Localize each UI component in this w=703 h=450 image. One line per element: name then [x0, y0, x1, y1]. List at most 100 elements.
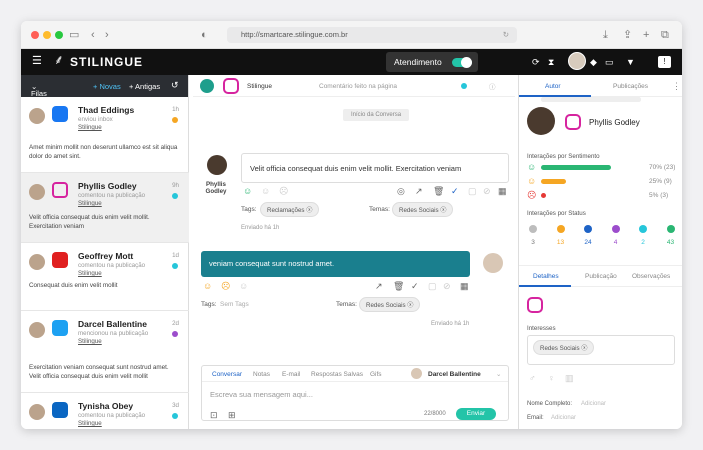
conversation-item[interactable]: Geoffrey Mott comentou na publicação Sti… [21, 243, 189, 311]
tag-chip-label: Reclamações [267, 207, 305, 214]
monitor-icon[interactable]: ▭ [605, 56, 614, 68]
atendimento-toggle[interactable]: Atendimento [386, 52, 478, 72]
comment-icon[interactable]: ▢ [468, 186, 477, 196]
delete-icon[interactable]: 🗑 [393, 281, 404, 291]
history-icon[interactable]: ↺ [171, 80, 179, 91]
conversation-item[interactable]: Phyllis Godley comentou na publicação St… [21, 173, 189, 243]
tab-detalhes[interactable]: Detalhes [533, 273, 559, 280]
nome-input[interactable]: Adicionar [581, 401, 606, 407]
check-icon[interactable]: ✓ [411, 281, 419, 291]
sidebar-toggle-icon[interactable]: ▭ [69, 28, 79, 42]
female-icon[interactable]: ♀ [548, 373, 555, 383]
contact-name: Thad Eddings [78, 105, 135, 115]
sentiment-bar-fill [541, 193, 546, 198]
author-avatar [527, 107, 555, 135]
refresh-icon[interactable]: ⟳ [532, 56, 540, 68]
sent-time: Enviado há 1h [241, 225, 280, 231]
share-icon[interactable]: ⇪ [623, 28, 632, 42]
status-dot[interactable] [461, 83, 467, 89]
minimize-window-button[interactable] [43, 31, 51, 39]
open-external-icon[interactable]: ↗ [375, 281, 383, 291]
conversation-item[interactable]: Thad Eddings enviou inbox Stilingue 1h A… [21, 97, 189, 173]
info-icon[interactable]: ⓘ [489, 81, 496, 91]
status-dot [584, 225, 592, 233]
filas-dropdown[interactable]: Filas ⌄ [31, 82, 47, 98]
close-window-button[interactable] [31, 31, 39, 39]
emoji-icon[interactable]: ☺ [203, 281, 212, 291]
conversation-item[interactable]: Tynisha Obey comentou na publicação Stil… [21, 393, 189, 429]
email-input[interactable]: Adicionar [551, 415, 576, 421]
composer: Conversar Notas E-mail Respostas Salvas … [201, 365, 509, 421]
agent-selector[interactable]: Darcel Ballentine [428, 371, 481, 378]
time-ago: 1d [172, 252, 179, 259]
sentiment-value: 25% (9) [649, 178, 672, 185]
message-preview: Exercitation veniam consequat sunt nostr… [29, 364, 169, 380]
forward-icon[interactable]: › [105, 28, 109, 42]
positive-sentiment-icon[interactable]: ☺ [243, 186, 252, 196]
block-icon[interactable]: ⊘ [483, 186, 491, 196]
filter-icon[interactable]: ▼ [626, 56, 635, 68]
neutral-sentiment-icon[interactable]: ☺ [261, 186, 270, 196]
reload-icon[interactable]: ↻ [503, 27, 509, 43]
download-icon[interactable]: ⤓ [603, 28, 608, 42]
sentiment-bar-track [541, 97, 641, 102]
send-button[interactable]: Enviar [456, 408, 496, 420]
male-icon[interactable]: ♂ [529, 373, 536, 383]
source-link[interactable]: Stilingue [78, 124, 102, 131]
source-link[interactable]: Stilingue [78, 270, 102, 277]
maximize-window-button[interactable] [55, 31, 63, 39]
delete-icon[interactable]: 🗑 [433, 186, 444, 196]
tab-publicacoes[interactable]: Publicações [613, 83, 648, 90]
tag-chip[interactable]: Reclamações ⓧ [260, 202, 320, 217]
back-icon[interactable]: ‹ [91, 28, 95, 42]
tab-gifs[interactable]: Gifs [370, 371, 382, 378]
chevron-down-icon[interactable]: ⌄ [496, 370, 501, 378]
user-avatar[interactable] [568, 52, 586, 70]
status-dot [639, 225, 647, 233]
hide-icon[interactable]: ◎ [397, 186, 405, 196]
toggle-switch[interactable] [452, 57, 472, 68]
contact-avatar [29, 322, 45, 338]
antigas-button[interactable]: + Antigas [129, 82, 160, 91]
more-options-icon[interactable]: ⋮ [672, 81, 681, 92]
tab-notas[interactable]: Notas [253, 371, 270, 378]
grid-icon[interactable]: ▦ [460, 281, 469, 291]
address-bar[interactable]: http://smartcare.stilingue.com.br ↻ [227, 27, 517, 43]
conversation-list-panel: Filas ⌄ + Novas + Antigas ↺ Thad Eddings… [21, 75, 189, 429]
hourglass-icon[interactable]: ⧗ [548, 56, 554, 68]
tab-respostas-salvas[interactable]: Respostas Salvas [311, 371, 363, 378]
brand-avatar [200, 79, 214, 93]
tab-publicacao[interactable]: Publicação [585, 273, 617, 280]
grid-icon[interactable]: ▦ [498, 186, 507, 196]
tab-autor[interactable]: Autor [545, 83, 561, 90]
block-icon[interactable]: ⊘ [443, 281, 451, 291]
source-link[interactable]: Stilingue [78, 338, 102, 345]
menu-icon[interactable]: ☰ [32, 55, 42, 67]
tabs-overview-icon[interactable]: ⧉ [661, 28, 669, 42]
notifications-icon[interactable]: ! [658, 56, 671, 68]
negative-sentiment-icon[interactable]: ☹ [279, 186, 288, 196]
new-tab-icon[interactable]: + [643, 28, 649, 42]
eraser-icon[interactable]: ◆ [590, 56, 597, 68]
check-icon[interactable]: ✓ [451, 186, 459, 196]
tab-observacoes[interactable]: Observações [632, 273, 670, 280]
source-link[interactable]: Stilingue [78, 420, 102, 427]
tema-chip[interactable]: Redes Sociais ⓧ [392, 202, 454, 217]
conversation-item[interactable]: Darcel Ballentine mencionou na publicaçã… [21, 311, 189, 393]
novas-button[interactable]: + Novas [93, 82, 121, 91]
tab-email[interactable]: E-mail [282, 371, 300, 378]
open-external-icon[interactable]: ↗ [415, 186, 423, 196]
message-input[interactable]: Escreva sua mensagem aqui... [210, 390, 313, 399]
interest-chip[interactable]: Redes Sociais ⓧ [533, 340, 595, 355]
interests-field[interactable]: Redes Sociais ⓧ [527, 335, 675, 365]
tab-conversar[interactable]: Conversar [212, 371, 242, 378]
emoji-neutral-icon[interactable]: ☺ [239, 281, 248, 291]
source-link[interactable]: Stilingue [78, 200, 102, 207]
sentiment-bar-fill [541, 179, 566, 184]
template-icon[interactable]: ⊞ [228, 410, 236, 420]
building-icon[interactable]: ▥ [565, 373, 574, 383]
attach-icon[interactable]: ⊡ [210, 410, 218, 420]
comment-icon[interactable]: ▢ [428, 281, 437, 291]
emoji-sad-icon[interactable]: ☹ [221, 281, 230, 291]
tema-chip[interactable]: Redes Sociais ⓧ [359, 297, 421, 312]
